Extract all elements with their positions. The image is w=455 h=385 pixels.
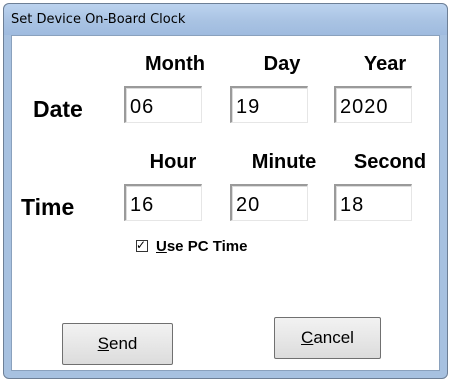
use-pc-time-label[interactable]: Use PC Time [156,238,247,255]
month-field[interactable] [124,86,202,123]
checkmark-icon: ✓ [136,238,147,252]
window-title: Set Device On-Board Clock [11,12,186,27]
year-header: Year [363,53,407,75]
hour-header: Hour [149,151,197,173]
second-input[interactable] [336,186,411,220]
cancel-button-label: Cancel [301,328,354,347]
minute-header: Minute [251,151,317,173]
hour-field[interactable] [124,184,202,221]
month-header: Month [145,53,205,75]
time-label: Time [21,194,75,220]
second-header: Second [353,151,427,173]
clock-dialog: Set Device On-Board Clock Month Day Year… [3,3,448,379]
checkbox-box[interactable]: ✓ [136,238,148,252]
use-pc-time-checkbox[interactable]: ✓ Use PC Time [136,236,247,256]
cancel-button[interactable]: Cancel [274,317,381,359]
day-field[interactable] [230,86,308,123]
year-field[interactable] [334,86,412,123]
day-header: Day [263,53,301,75]
minute-input[interactable] [232,186,307,220]
hour-input[interactable] [126,186,201,220]
year-input[interactable] [336,88,411,122]
send-button-label: Send [97,334,138,353]
send-button[interactable]: Send [62,323,173,365]
day-input[interactable] [232,88,307,122]
title-bar[interactable]: Set Device On-Board Clock [4,4,447,35]
date-label: Date [33,96,83,122]
month-input[interactable] [126,88,201,122]
minute-field[interactable] [230,184,308,221]
second-field[interactable] [334,184,412,221]
